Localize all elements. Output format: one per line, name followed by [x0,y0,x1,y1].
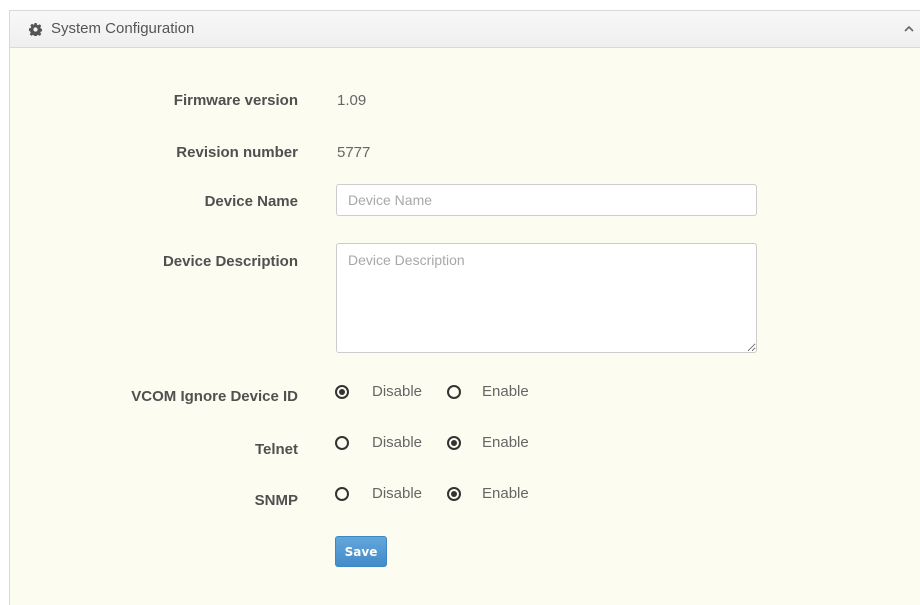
vcom-ignore-device-id-label: VCOM Ignore Device ID [131,388,298,405]
panel-header: System Configuration [10,11,920,48]
telnet-disable-radio[interactable] [335,436,349,450]
telnet-disable-label[interactable]: Disable [372,434,422,451]
vcom-disable-label[interactable]: Disable [372,383,422,400]
revision-number-label: Revision number [176,144,298,161]
telnet-enable-label[interactable]: Enable [482,434,529,451]
telnet-enable-radio[interactable] [447,436,461,450]
vcom-enable-label[interactable]: Enable [482,383,529,400]
device-name-input[interactable] [336,184,757,216]
firmware-version-value: 1.09 [337,92,367,109]
device-description-textarea[interactable] [336,243,757,353]
save-button[interactable]: Save [335,536,387,567]
device-description-label: Device Description [162,253,298,270]
snmp-enable-label[interactable]: Enable [482,485,529,502]
snmp-disable-radio[interactable] [335,487,349,501]
snmp-label: SNMP [254,492,298,509]
gear-icon [29,23,42,36]
chevron-up-icon[interactable] [902,22,916,36]
snmp-enable-radio[interactable] [447,487,461,501]
revision-number-value: 5777 [337,144,371,161]
device-name-label: Device Name [204,193,298,210]
telnet-label: Telnet [254,441,298,458]
firmware-version-label: Firmware version [173,92,298,109]
vcom-disable-radio[interactable] [335,385,349,399]
panel-title: System Configuration [51,20,195,37]
vcom-enable-radio[interactable] [447,385,461,399]
snmp-disable-label[interactable]: Disable [372,485,422,502]
